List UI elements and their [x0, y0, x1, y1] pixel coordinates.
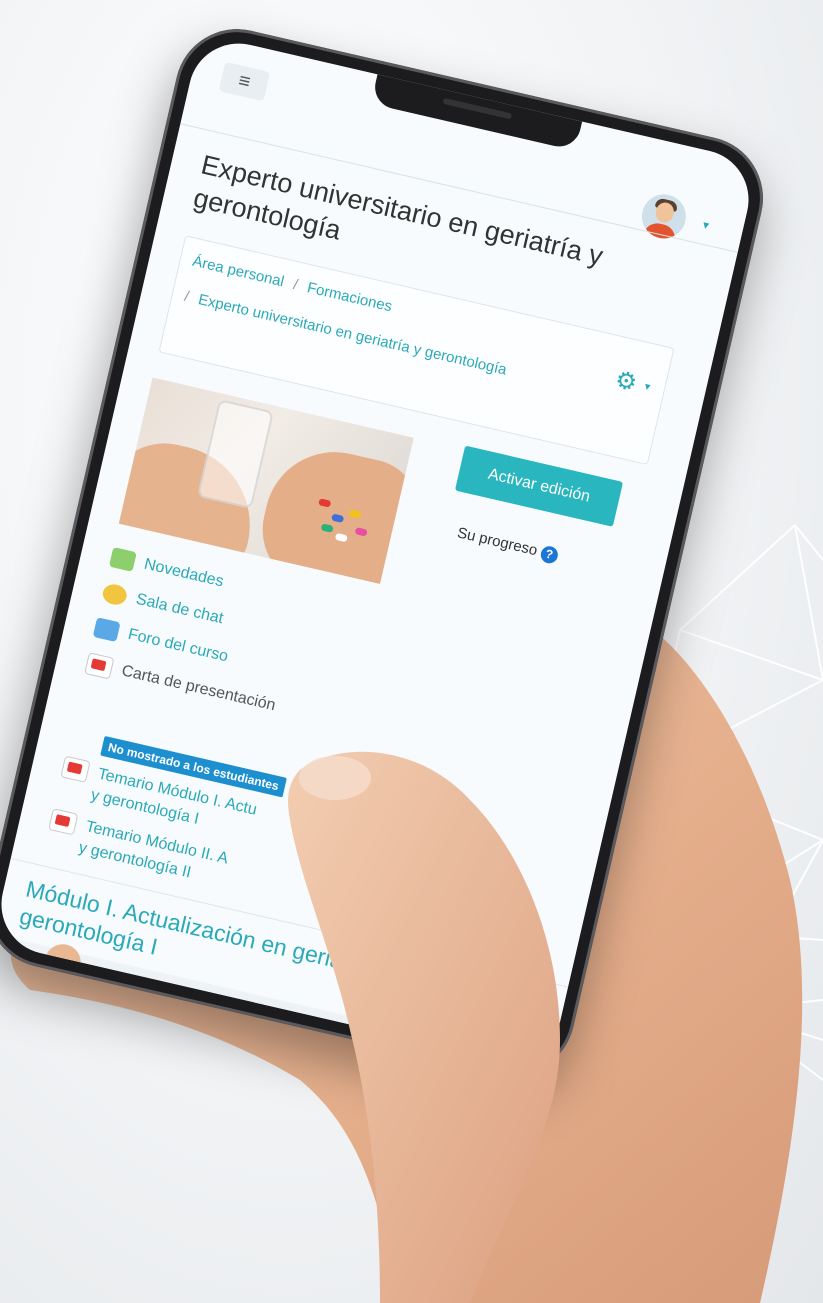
activity-label: Novedades [142, 555, 226, 591]
caret-down-icon[interactable]: ▾ [701, 218, 710, 233]
forum-icon [108, 547, 137, 572]
pdf-icon [84, 652, 115, 680]
activity-carta-de-presentacion[interactable]: Carta de presentación [84, 652, 277, 717]
chat-icon [100, 582, 129, 607]
progress-label: Su progreso? [455, 524, 560, 565]
course-image-glass [196, 399, 274, 510]
breadcrumb-item-area-personal[interactable]: Área personal [191, 253, 286, 291]
pdf-icon [60, 755, 91, 783]
progress-text: Su progreso [455, 524, 540, 560]
activity-label: Foro del curso [126, 625, 230, 666]
gear-icon[interactable]: ⚙ [612, 365, 639, 398]
forum-icon [92, 617, 121, 643]
activar-edicion-button[interactable]: Activar edición [454, 445, 624, 527]
breadcrumb-item-formaciones[interactable]: Formaciones [305, 279, 393, 315]
activity-label: Sala de chat [134, 590, 225, 628]
activity-novedades[interactable]: Novedades [108, 547, 226, 592]
activity-label: Carta de presentación [119, 662, 278, 715]
pdf-icon [48, 808, 79, 836]
course-image [118, 377, 414, 584]
chevron-down-icon[interactable]: ▾ [643, 380, 651, 394]
hamburger-icon[interactable]: ≡ [218, 61, 271, 102]
help-icon[interactable]: ? [538, 544, 560, 565]
course-image-hand [250, 438, 414, 584]
